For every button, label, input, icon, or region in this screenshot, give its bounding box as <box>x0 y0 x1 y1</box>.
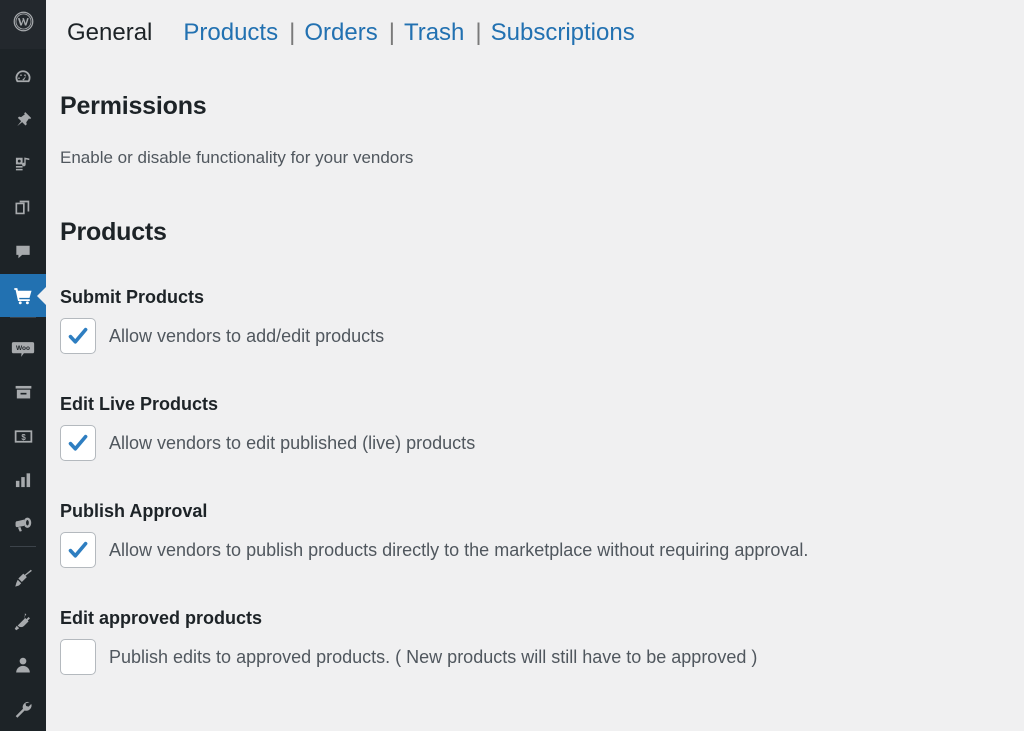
check-icon <box>68 541 88 558</box>
pin-posts-icon <box>13 110 33 130</box>
checkbox-label: Allow vendors to edit published (live) p… <box>109 432 476 453</box>
checkbox-edit-live-products[interactable] <box>60 425 96 461</box>
paintbrush-icon <box>13 567 34 588</box>
svg-text:Woo: Woo <box>16 345 30 352</box>
sidebar-item-products-list[interactable] <box>0 371 46 415</box>
setting-label: Publish Approval <box>60 501 208 521</box>
tab-orders[interactable]: Orders <box>302 21 379 45</box>
woocommerce-icon: Woo <box>11 338 35 360</box>
wordpress-logo-button[interactable] <box>0 0 46 49</box>
svg-text:$: $ <box>21 433 26 442</box>
pages-icon <box>13 198 33 218</box>
megaphone-icon <box>13 514 34 535</box>
permissions-panel: Permissions Enable or disable functional… <box>46 56 1024 675</box>
section-heading-products: Products <box>60 218 167 246</box>
sidebar-item-analytics[interactable] <box>0 459 46 503</box>
plugin-icon <box>13 611 34 632</box>
tab-separator: | <box>475 19 482 46</box>
sidebar-item-plugins[interactable] <box>0 600 46 644</box>
sidebar-divider-2 <box>0 546 46 556</box>
sidebar-divider <box>0 317 46 327</box>
sidebar-item-users[interactable] <box>0 643 46 687</box>
setting-edit-live-products: Edit Live Products Allow vendors to edit… <box>60 394 1024 461</box>
sidebar-item-posts[interactable] <box>0 98 46 142</box>
payments-dollar-icon: $ <box>13 426 34 447</box>
dashboard-gauge-icon <box>13 67 33 87</box>
tab-products[interactable]: Products <box>181 21 280 45</box>
setting-label: Edit Live Products <box>60 394 219 414</box>
checkbox-label: Allow vendors to publish products direct… <box>109 539 809 560</box>
check-icon <box>68 327 88 344</box>
checkbox-submit-products[interactable] <box>60 318 96 354</box>
setting-publish-approval: Publish Approval Allow vendors to publis… <box>60 501 1024 568</box>
sidebar-item-appearance[interactable] <box>0 556 46 600</box>
sidebar-item-media[interactable] <box>0 142 46 186</box>
sidebar-item-woocommerce[interactable]: Woo <box>0 327 46 371</box>
sidebar-item-comments[interactable] <box>0 230 46 274</box>
sidebar-item-payments[interactable]: $ <box>0 415 46 459</box>
admin-sidebar: Woo $ <box>0 0 46 731</box>
page-subtitle: Enable or disable functionality for your… <box>60 148 414 167</box>
setting-submit-products: Submit Products Allow vendors to add/edi… <box>60 287 1024 354</box>
wordpress-logo-icon <box>13 11 34 37</box>
check-icon <box>68 434 88 451</box>
checkbox-edit-approved-products[interactable] <box>60 639 96 675</box>
wrench-icon <box>13 699 34 720</box>
sidebar-item-dashboard[interactable] <box>0 55 46 99</box>
analytics-bars-icon <box>13 470 33 490</box>
sidebar-item-marketing[interactable] <box>0 502 46 546</box>
sidebar-item-pages[interactable] <box>0 186 46 230</box>
tab-separator: | <box>289 19 296 46</box>
media-icon <box>13 154 33 174</box>
settings-tab-nav: General Products | Orders | Trash | Subs… <box>46 0 1024 59</box>
page-title: Permissions <box>60 92 207 120</box>
tab-trash[interactable]: Trash <box>402 21 466 45</box>
comments-icon <box>13 242 33 262</box>
tab-subscriptions[interactable]: Subscriptions <box>489 21 637 45</box>
setting-edit-approved-products: Edit approved products Publish edits to … <box>60 608 1024 675</box>
setting-label: Submit Products <box>60 287 205 307</box>
cart-icon <box>12 285 34 307</box>
checkbox-label: Allow vendors to add/edit products <box>109 325 385 346</box>
main-content: General Products | Orders | Trash | Subs… <box>46 0 1024 731</box>
tab-general[interactable]: General <box>51 7 168 59</box>
sidebar-item-products[interactable] <box>0 273 46 318</box>
setting-label: Edit approved products <box>60 608 263 628</box>
archive-box-icon <box>13 382 34 403</box>
sidebar-item-tools[interactable] <box>0 687 46 731</box>
checkbox-label: Publish edits to approved products. ( Ne… <box>109 646 758 667</box>
checkbox-publish-approval[interactable] <box>60 532 96 568</box>
user-icon <box>13 655 33 675</box>
tab-separator: | <box>388 19 395 46</box>
